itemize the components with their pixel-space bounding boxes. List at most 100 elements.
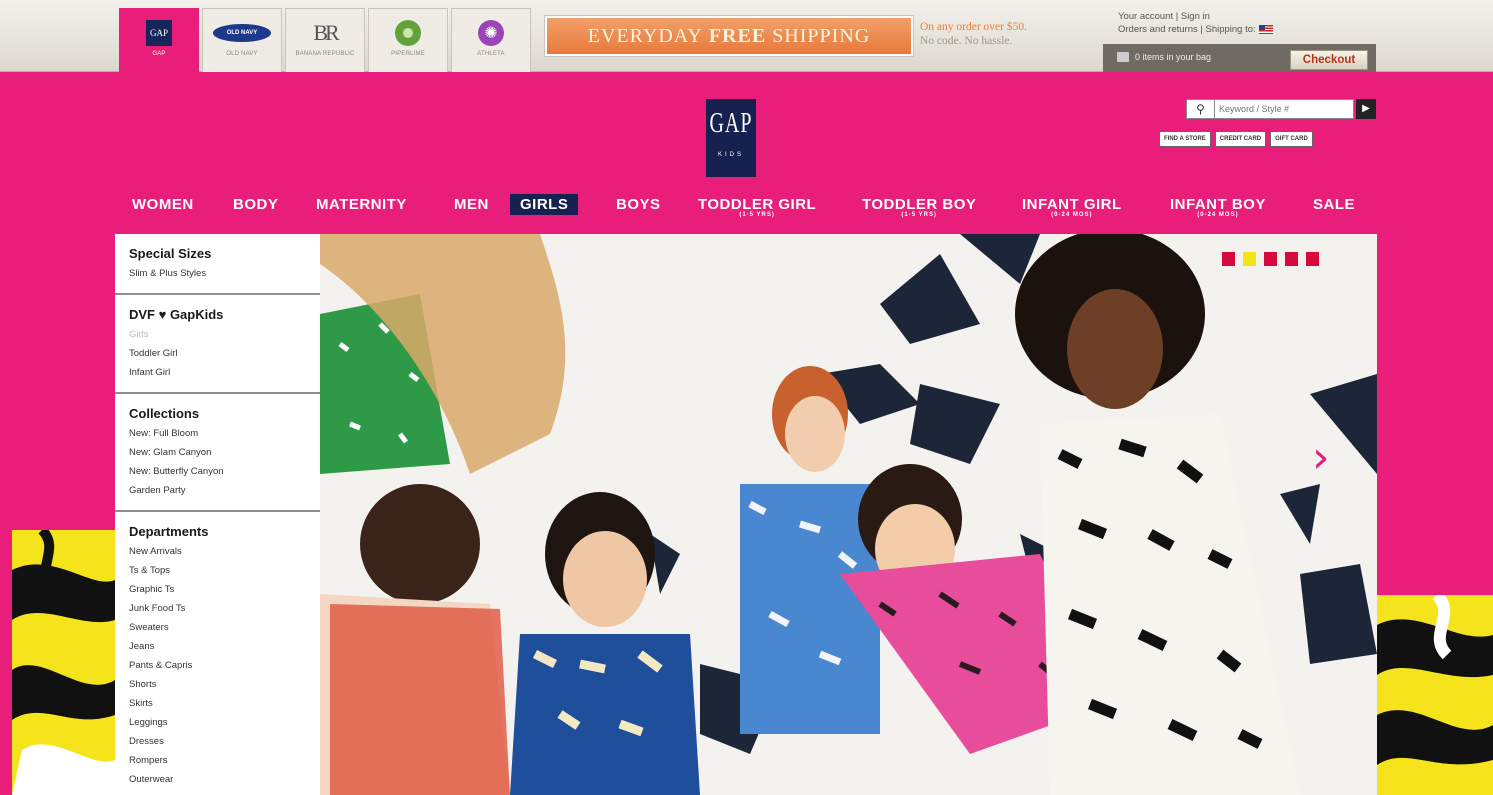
brand-tab-athleta[interactable]: ✺ ATHLETA: [451, 8, 531, 72]
sign-in-link[interactable]: Sign in: [1181, 11, 1210, 22]
gap-logo-icon: GAP: [146, 20, 172, 46]
nav-infant-girl[interactable]: INFANT GIRL (0-24 MOS): [1022, 196, 1122, 218]
banana-republic-logo-icon: BR: [313, 20, 339, 45]
brand-tab-label: OLD NAVY: [226, 51, 258, 57]
sidebar-link[interactable]: New: Full Bloom: [129, 424, 306, 443]
sidebar-link[interactable]: Sweaters: [129, 618, 306, 637]
hero-photo-illustration: [320, 234, 1377, 795]
promo-post: SHIPPING: [772, 24, 871, 47]
nav-infant-boy[interactable]: INFANT BOY (0-24 MOS): [1170, 196, 1266, 218]
brand-tabs: GAP GAP OLD NAVY OLD NAVY BR BANANA REPU…: [119, 8, 534, 72]
promo-details: On any order over $50. No code. No hassl…: [920, 20, 1090, 48]
sidebar-section-title: DVF ♥ GapKids: [129, 307, 224, 322]
sidebar-link[interactable]: Jeans: [129, 637, 306, 656]
free-shipping-banner[interactable]: EVERYDAY FREE SHIPPING: [544, 15, 914, 57]
nav-boys[interactable]: BOYS: [616, 196, 661, 213]
nav-label: INFANT BOY: [1170, 196, 1266, 213]
search-icon: ⚲: [1186, 99, 1214, 119]
nav-label: MEN: [454, 196, 489, 213]
nav-label: SALE: [1313, 196, 1356, 213]
decorative-print-left: [12, 530, 115, 795]
find-a-store-button[interactable]: FIND A STORE: [1159, 131, 1211, 147]
sidebar-link[interactable]: Toddler Girl: [129, 344, 306, 363]
old-navy-logo-icon: OLD NAVY: [213, 24, 271, 42]
decorative-print-right: [1377, 595, 1493, 795]
nav-men[interactable]: MEN: [454, 196, 489, 213]
orders-link[interactable]: Orders and returns: [1118, 24, 1198, 35]
carousel-dot[interactable]: [1285, 252, 1298, 266]
brand-tab-label: GAP: [152, 51, 166, 57]
nav-maternity[interactable]: MATERNITY: [316, 196, 407, 213]
sidebar-link[interactable]: Slim & Plus Styles: [129, 264, 306, 283]
brand-tab-gap[interactable]: GAP GAP: [119, 8, 199, 72]
sidebar-link[interactable]: Pants & Capris: [129, 656, 306, 675]
sidebar-link[interactable]: Girls: [129, 325, 306, 344]
carousel-dot-active[interactable]: [1243, 252, 1256, 266]
brand-tab-label: ATHLETA: [477, 51, 505, 57]
nav-toddler-boy[interactable]: TODDLER BOY (1-5 YRS): [862, 196, 976, 218]
sidebar-link[interactable]: Shorts: [129, 675, 306, 694]
sidebar-link[interactable]: Outerwear: [129, 770, 306, 789]
gapkids-logo[interactable]: GAP KIDS: [706, 99, 756, 177]
sidebar-link[interactable]: New: Butterfly Canyon: [129, 462, 306, 481]
search-box: ⚲ ▶: [1186, 98, 1376, 120]
sidebar-section-dvf: DVF ♥ GapKids Girls Toddler Girl Infant …: [115, 295, 320, 394]
search-go-icon[interactable]: ▶: [1356, 99, 1376, 119]
hero-banner[interactable]: [320, 234, 1377, 795]
nav-girls[interactable]: GIRLS: [510, 194, 579, 215]
sidebar-link[interactable]: Garden Party: [129, 481, 306, 500]
chevron-right-icon[interactable]: ›: [1312, 436, 1330, 480]
sidebar-link[interactable]: Graphic Ts: [129, 580, 306, 599]
sidebar-section-departments: Departments New Arrivals Ts & Tops Graph…: [115, 512, 320, 795]
nav-label: GIRLS: [520, 196, 569, 213]
sidebar-section-title: Collections: [129, 406, 200, 421]
brand-tab-piperlime[interactable]: PIPERLIME: [368, 8, 448, 72]
promo-line-2: No code. No hassle.: [920, 35, 1013, 47]
gift-card-button[interactable]: GIFT CARD: [1270, 131, 1313, 147]
brand-bar: GAP GAP OLD NAVY OLD NAVY BR BANANA REPU…: [0, 0, 1493, 72]
sidebar-section-collections: Collections New: Full Bloom New: Glam Ca…: [115, 394, 320, 512]
checkout-button[interactable]: Checkout: [1290, 50, 1368, 70]
athleta-logo-icon: ✺: [478, 20, 504, 46]
sidebar-link[interactable]: Leggings: [129, 713, 306, 732]
nav-women[interactable]: WOMEN: [132, 196, 194, 213]
carousel-dot[interactable]: [1264, 252, 1277, 266]
nav-sale[interactable]: SALE: [1313, 196, 1355, 213]
brand-tab-label: PIPERLIME: [391, 51, 425, 57]
sidebar-link[interactable]: Ts & Tops: [129, 561, 306, 580]
shipping-to-label: Shipping to:: [1205, 24, 1256, 35]
nav-label: TODDLER GIRL: [698, 196, 817, 213]
credit-card-button[interactable]: CREDIT CARD: [1214, 131, 1267, 147]
us-flag-icon[interactable]: [1258, 24, 1273, 34]
sidebar-section-title: Departments: [129, 524, 209, 539]
nav-label: WOMEN: [132, 196, 194, 213]
sidebar-link[interactable]: New: Glam Canyon: [129, 443, 306, 462]
nav-label: INFANT GIRL: [1022, 196, 1122, 213]
your-account-link[interactable]: Your account: [1118, 11, 1173, 22]
bag-count: 0 items in your bag: [1135, 52, 1212, 62]
brand-tab-label: BANANA REPUBLIC: [295, 51, 355, 57]
promo-bold: FREE: [708, 24, 767, 47]
carousel-dot[interactable]: [1222, 252, 1235, 266]
brand-tab-old-navy[interactable]: OLD NAVY OLD NAVY: [202, 8, 282, 72]
sidebar-link[interactable]: Rompers: [129, 751, 306, 770]
carousel-dots: [1222, 252, 1327, 266]
sidebar-link[interactable]: Infant Girl: [129, 363, 306, 382]
sidebar-link[interactable]: Skirts: [129, 694, 306, 713]
utility-buttons: FIND A STORE CREDIT CARD GIFT CARD: [1155, 131, 1313, 147]
sidebar-link[interactable]: Dresses: [129, 732, 306, 751]
brand-tab-banana-republic[interactable]: BR BANANA REPUBLIC: [285, 8, 365, 72]
shopping-bag-icon: [1117, 52, 1129, 62]
nav-label: TODDLER BOY: [862, 196, 977, 213]
nav-toddler-girl[interactable]: TODDLER GIRL (1-5 YRS): [698, 196, 816, 218]
nav-body[interactable]: BODY: [233, 196, 278, 213]
sidebar-section-title: Special Sizes: [129, 246, 212, 261]
sidebar-link[interactable]: Junk Food Ts: [129, 599, 306, 618]
account-links: Your account | Sign in Orders and return…: [1118, 10, 1273, 36]
search-input[interactable]: [1214, 99, 1354, 119]
piperlime-logo-icon: [395, 20, 421, 46]
sidebar-link[interactable]: New Arrivals: [129, 542, 306, 561]
carousel-dot[interactable]: [1306, 252, 1319, 266]
promo-pre: EVERYDAY: [587, 24, 703, 47]
sidebar-section-special-sizes: Special Sizes Slim & Plus Styles: [115, 234, 320, 295]
